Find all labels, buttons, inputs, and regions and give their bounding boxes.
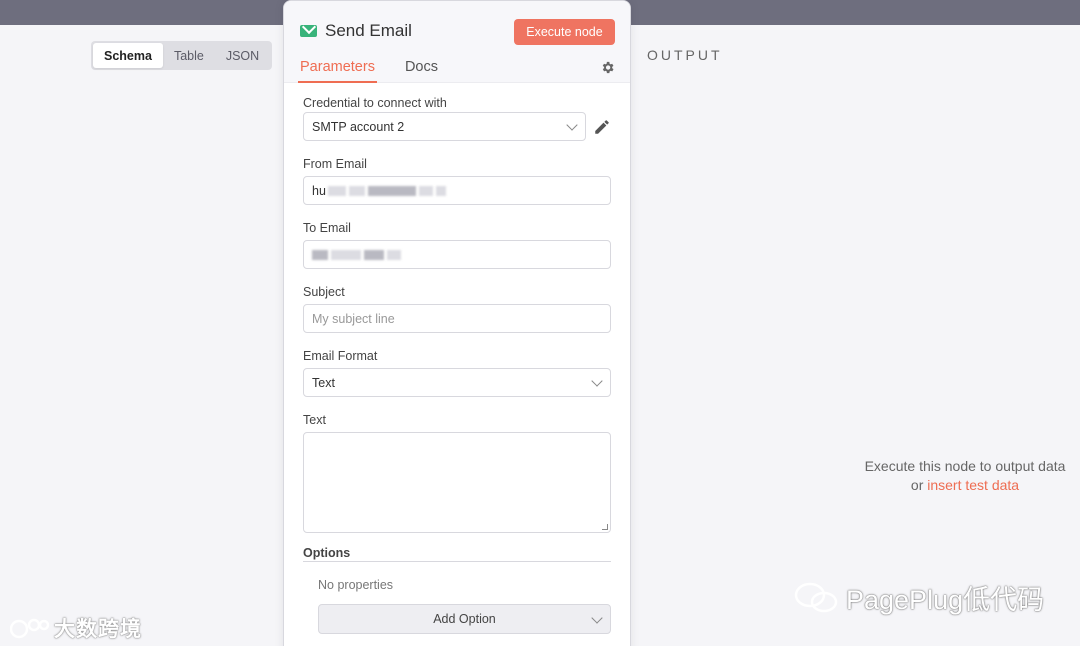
to-email-label: To Email	[303, 221, 351, 235]
email-format-select[interactable]: Text	[303, 368, 611, 397]
resize-handle-icon[interactable]	[602, 524, 608, 530]
from-email-field[interactable]: hu	[303, 176, 611, 205]
watermark-right-text: PagePlug低代码	[846, 585, 1045, 615]
output-heading: OUTPUT	[647, 47, 723, 63]
watermark-left-text: 大数跨境	[54, 618, 142, 641]
text-label: Text	[303, 413, 326, 427]
text-textarea[interactable]	[303, 432, 611, 533]
divider	[303, 561, 611, 562]
chevron-down-icon	[591, 612, 603, 624]
watermark-left: 大数跨境	[10, 613, 142, 643]
no-properties-text: No properties	[318, 578, 394, 592]
gear-icon[interactable]	[600, 60, 615, 75]
credential-value: SMTP account 2	[312, 119, 405, 134]
panel-header: Send Email Execute node Parameters Docs	[284, 1, 630, 83]
watermark-right: PagePlug低代码	[792, 578, 1044, 617]
from-email-value: hu	[312, 183, 326, 198]
output-empty-or: or	[910, 477, 924, 493]
credential-label: Credential to connect with	[303, 96, 447, 110]
chevron-down-icon	[566, 119, 578, 131]
redacted-text	[327, 185, 449, 196]
watermark-logo-icon	[10, 618, 50, 639]
credential-select[interactable]: SMTP account 2	[303, 112, 586, 141]
subject-label: Subject	[303, 285, 345, 299]
add-option-label: Add Option	[433, 612, 496, 626]
output-empty-text: Execute this node to output data	[864, 458, 1066, 474]
chevron-down-icon	[591, 375, 603, 387]
node-title[interactable]: Send Email	[325, 21, 412, 41]
output-empty-message: Execute this node to output data or inse…	[850, 457, 1080, 495]
view-mode-tabs: Schema Table JSON	[91, 41, 273, 70]
from-email-label: From Email	[303, 157, 367, 171]
subject-input[interactable]: My subject line	[303, 304, 611, 333]
to-email-field[interactable]	[303, 240, 611, 269]
wechat-icon	[794, 582, 838, 612]
subject-placeholder: My subject line	[312, 311, 395, 326]
tab-json[interactable]: JSON	[215, 43, 270, 68]
tab-parameters[interactable]: Parameters	[298, 59, 377, 83]
tab-docs[interactable]: Docs	[403, 59, 440, 83]
email-format-label: Email Format	[303, 349, 378, 363]
pencil-icon[interactable]	[593, 118, 611, 136]
envelope-icon	[300, 25, 317, 37]
tab-table[interactable]: Table	[163, 43, 215, 68]
email-format-value: Text	[312, 375, 335, 390]
redacted-text	[312, 249, 404, 260]
options-heading: Options	[303, 546, 351, 560]
execute-node-button[interactable]: Execute node	[514, 19, 615, 45]
tab-schema[interactable]: Schema	[93, 43, 163, 68]
add-option-button[interactable]: Add Option	[318, 604, 611, 634]
insert-test-data-link[interactable]: insert test data	[927, 477, 1019, 493]
node-settings-panel: Send Email Execute node Parameters Docs …	[283, 0, 631, 646]
